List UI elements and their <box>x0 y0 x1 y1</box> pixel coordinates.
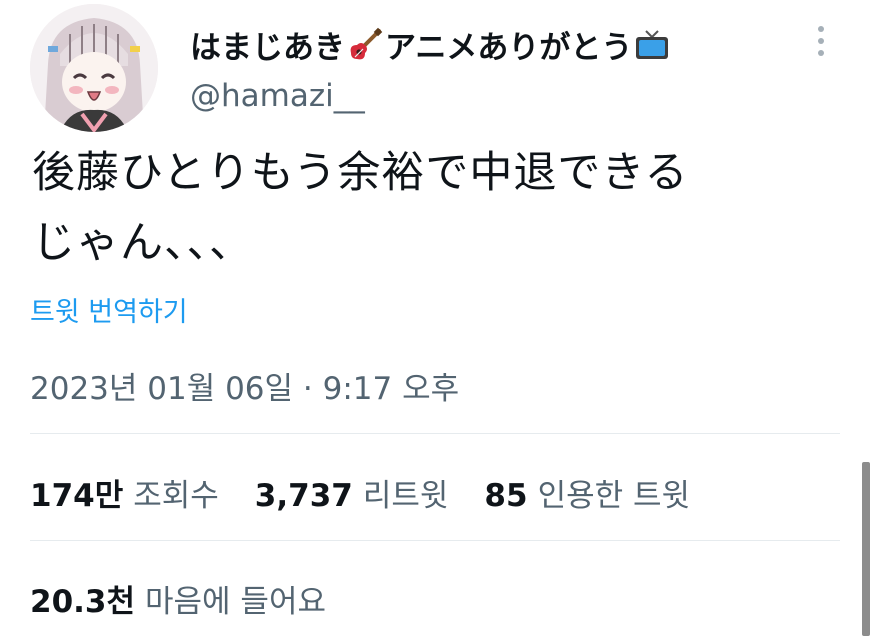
likes-count: 20.3천 <box>30 584 136 620</box>
quotes-label: 인용한 트윗 <box>537 478 691 514</box>
display-name-text: はまじあき <box>190 30 345 66</box>
retweets-count: 3,737 <box>254 478 353 514</box>
more-dot-icon <box>818 26 824 32</box>
likes-label: 마음에 들어요 <box>145 584 326 620</box>
display-name-text-2: アニメありがとう <box>385 30 633 66</box>
more-dot-icon <box>818 50 824 56</box>
tweet-text: 後藤ひとりもう余裕で中退できる じゃん、、、 <box>32 138 832 278</box>
tv-icon <box>636 29 669 59</box>
user-handle[interactable]: @hamazi__ <box>190 78 365 114</box>
quotes-count: 85 <box>484 478 528 514</box>
engagement-stats-row: 174만 조회수 3,737 리트윗 85 인용한 트윗 <box>30 470 726 515</box>
views-stat: 174만 조회수 <box>30 470 219 515</box>
guitar-icon <box>350 27 383 59</box>
tweet-timestamp[interactable]: 2023년 01월 06일 · 9:17 오후 <box>30 363 459 408</box>
more-dot-icon <box>818 38 824 44</box>
display-name[interactable]: はまじあき アニメありがとう <box>190 22 672 67</box>
retweets-label: 리트윗 <box>362 478 449 514</box>
likes-stat[interactable]: 20.3천 마음에 들어요 <box>30 576 326 621</box>
views-count: 174만 <box>30 478 124 514</box>
scrollbar[interactable] <box>862 462 870 636</box>
likes-stats-row: 20.3천 마음에 들어요 <box>30 576 362 621</box>
more-options-button[interactable] <box>806 20 836 62</box>
divider <box>30 433 840 434</box>
avatar-illustration <box>30 4 158 132</box>
views-label: 조회수 <box>133 478 219 514</box>
translate-tweet-link[interactable]: 트윗 번역하기 <box>30 290 188 329</box>
divider <box>30 540 840 541</box>
tweet-text-line-2: じゃん、、、 <box>32 218 253 268</box>
tweet-detail: はまじあき アニメありがとう @hamazi__ 後藤ひとりもう余裕で中退できる… <box>0 0 870 636</box>
avatar[interactable] <box>30 4 158 132</box>
quotes-stat[interactable]: 85 인용한 트윗 <box>484 470 690 515</box>
retweets-stat[interactable]: 3,737 리트윗 <box>255 470 449 515</box>
tweet-text-line-1: 後藤ひとりもう余裕で中退できる <box>32 148 689 198</box>
